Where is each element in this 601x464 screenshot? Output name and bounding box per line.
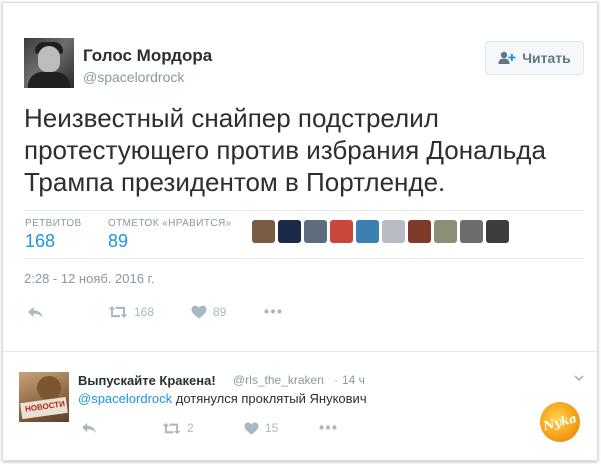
liker-avatar[interactable] <box>460 220 483 243</box>
avatar-kraken <box>37 376 61 400</box>
more-icon <box>264 309 282 314</box>
reply-display-name[interactable]: Выпускайте Кракена! <box>78 373 216 388</box>
reply-more-action[interactable] <box>319 425 337 430</box>
avatar-body <box>28 72 70 88</box>
reply-reply-action[interactable] <box>81 422 97 434</box>
retweet-action-count: 168 <box>134 305 155 319</box>
reply-screen-name[interactable]: @rls_the_kraken <box>233 373 324 387</box>
author-screen-name[interactable]: @spacelordrock <box>83 69 184 85</box>
reply-tweet <box>3 353 597 461</box>
stats-bottom-divider <box>24 258 584 259</box>
retweet-icon <box>162 422 181 434</box>
liker-avatar[interactable] <box>304 220 327 243</box>
liker-avatar[interactable] <box>278 220 301 243</box>
retweet-icon <box>108 306 128 318</box>
reply-action[interactable] <box>27 306 44 319</box>
heart-icon <box>244 422 259 435</box>
liker-avatar[interactable] <box>408 220 431 243</box>
follow-user-icon <box>498 51 516 64</box>
likes-label: ОТМЕТОК «НРАВИТСЯ» <box>108 218 232 229</box>
stats-top-divider <box>24 210 584 211</box>
retweets-label: РЕТВИТОВ <box>25 218 82 229</box>
likes-count[interactable]: 89 <box>108 231 128 252</box>
like-action[interactable]: 89 <box>191 305 226 319</box>
follow-button-label: Читать <box>522 50 571 66</box>
reply-author-avatar[interactable]: НОВОСТИ <box>19 372 69 422</box>
likers-avatars <box>252 220 509 246</box>
author-avatar[interactable] <box>24 38 74 88</box>
reply-divider <box>3 351 597 352</box>
like-action-count: 89 <box>213 305 227 319</box>
more-action[interactable] <box>264 309 282 314</box>
liker-avatar[interactable] <box>330 220 353 243</box>
reply-mention-link[interactable]: @spacelordrock <box>78 391 172 406</box>
reply-text: @spacelordrock дотянулся проклятый Януко… <box>78 391 367 406</box>
tweet-timestamp[interactable]: 2:28 - 12 нояб. 2016 г. <box>24 271 154 286</box>
reply-separator: · <box>334 373 338 387</box>
avatar-face <box>38 46 60 72</box>
author-display-name[interactable]: Голос Мордора <box>83 46 212 66</box>
follow-button[interactable]: Читать <box>485 41 584 75</box>
heart-icon <box>191 305 207 319</box>
liker-avatar[interactable] <box>252 220 275 243</box>
reply-like-action[interactable]: 15 <box>244 421 278 435</box>
retweet-action[interactable]: 168 <box>108 305 154 319</box>
more-icon <box>319 425 337 430</box>
liker-avatar[interactable] <box>434 220 457 243</box>
reply-body: дотянулся проклятый Янукович <box>172 391 367 406</box>
chevron-down-icon[interactable] <box>574 375 584 381</box>
reply-time[interactable]: 14 ч <box>342 373 365 387</box>
main-tweet: Голос Мордора @spacelordrock Читать Неиз… <box>3 3 597 351</box>
liker-avatar[interactable] <box>382 220 405 243</box>
liker-avatar[interactable] <box>486 220 509 243</box>
retweets-count[interactable]: 168 <box>25 231 55 252</box>
reply-icon <box>82 422 96 434</box>
reply-retweet-count: 2 <box>187 421 194 435</box>
reply-icon <box>28 307 43 318</box>
reply-retweet-action[interactable]: 2 <box>162 421 194 435</box>
reply-like-count: 15 <box>265 421 279 435</box>
liker-avatar[interactable] <box>356 220 379 243</box>
tweet-text: Неизвестный снайпер подстрелил протестую… <box>24 103 546 197</box>
